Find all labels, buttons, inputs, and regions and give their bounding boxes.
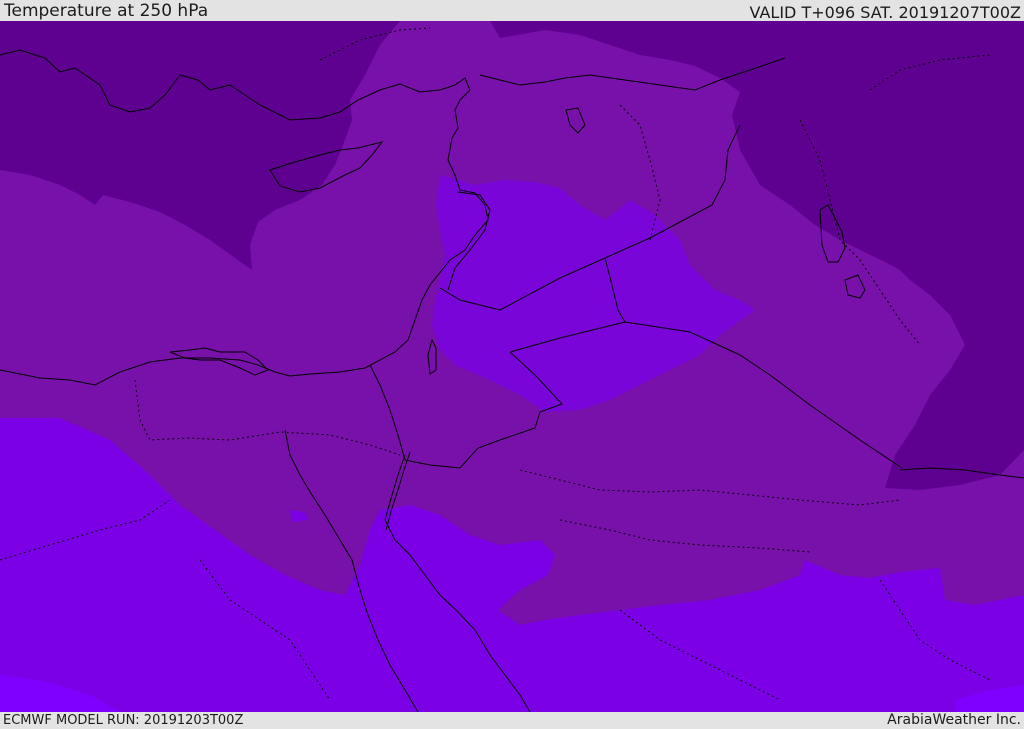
brand-credit: ArabiaWeather Inc. <box>887 712 1021 728</box>
model-run-label: ECMWF MODEL RUN: 20191203T00Z <box>3 713 244 728</box>
map-footer: ECMWF MODEL RUN: 20191203T00Z ArabiaWeat… <box>0 712 1024 729</box>
valid-time: VALID T+096 SAT. 20191207T00Z <box>749 3 1021 22</box>
map-title: Temperature at 250 hPa <box>4 1 209 21</box>
map-header: Temperature at 250 hPa VALID T+096 SAT. … <box>0 0 1024 21</box>
weather-map <box>0 21 1024 712</box>
